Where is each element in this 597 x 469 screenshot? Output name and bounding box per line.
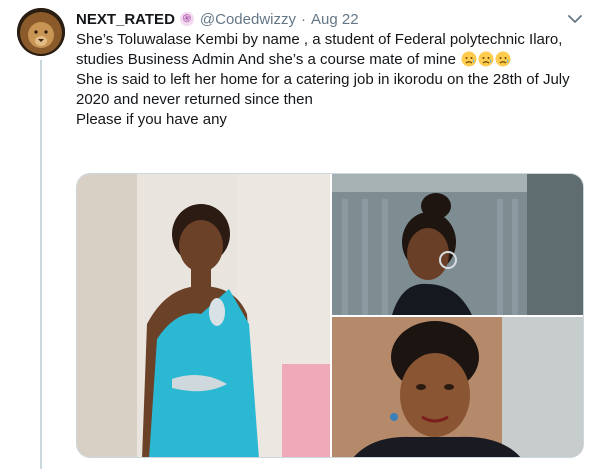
tweet-photo-2[interactable] — [332, 174, 583, 315]
tweet-photo-1[interactable] — [77, 174, 330, 457]
tweet-photo-3[interactable] — [332, 317, 583, 457]
tweet-paragraph-3: Please if you have any — [76, 111, 227, 128]
display-name[interactable]: NEXT_RATED — [76, 11, 175, 28]
username-handle[interactable]: @Codedwizzy — [200, 11, 296, 28]
media-grid — [76, 173, 584, 458]
tweet-paragraph: She’s Toluwalase Kembi by name , a stude… — [76, 30, 581, 70]
sad-but-relieved-face-icon — [495, 51, 511, 67]
tweet-text: She’s Toluwalase Kembi by name , a stude… — [76, 30, 581, 130]
separator-dot: · — [301, 10, 306, 28]
sad-but-relieved-face-icon — [461, 51, 477, 67]
tweet-header: NEXT_RATED ֍ @Codedwizzy · Aug 22 — [76, 9, 359, 29]
spiral-icon: ֍ — [179, 12, 194, 26]
sad-but-relieved-face-icon — [478, 51, 494, 67]
lion-avatar-image — [17, 8, 65, 56]
avatar[interactable] — [17, 8, 65, 56]
tweet-date[interactable]: Aug 22 — [311, 11, 359, 28]
thread-line — [40, 60, 42, 469]
chevron-down-icon[interactable] — [566, 10, 584, 28]
tweet-paragraph-2: She is said to left her home for a cater… — [76, 71, 570, 108]
tweet[interactable]: NEXT_RATED ֍ @Codedwizzy · Aug 22 She’s … — [0, 0, 597, 469]
